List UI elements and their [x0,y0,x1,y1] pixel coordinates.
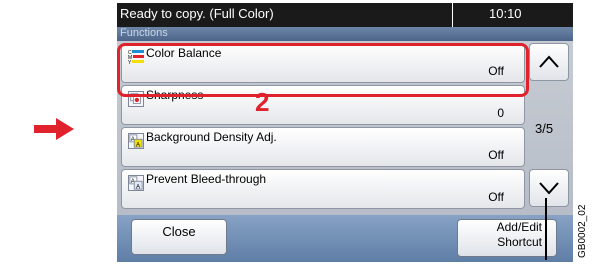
copy-functions-screen: Ready to copy. (Full Color) 10:10 Functi… [117,3,573,262]
function-row-prevent-bleed[interactable]: A A Prevent Bleed-through Off [121,169,525,209]
bottom-bar: Close Add/Edit Shortcut [117,215,573,262]
function-row-background-density[interactable]: A A Background Density Adj. Off [121,127,525,167]
shortcut-label: Shortcut [497,235,542,249]
background-density-icon: A A [128,133,144,149]
selection-highlight [117,43,529,97]
scroll-down-button[interactable] [529,169,569,207]
pointer-arrow-icon [34,118,74,140]
function-value: 0 [497,106,504,120]
page-indicator: 3/5 [535,121,554,136]
function-label: Background Density Adj. [146,130,277,144]
functions-header: Functions [117,27,573,41]
status-divider [452,3,453,27]
status-message: Ready to copy. (Full Color) [120,6,274,21]
functions-label: Functions [120,27,168,39]
chevron-up-icon [539,55,559,68]
leader-line [545,198,547,260]
function-label: Prevent Bleed-through [146,172,267,186]
add-edit-label: Add/Edit [496,220,542,234]
function-value: Off [488,148,504,162]
close-button[interactable]: Close [131,219,227,255]
scroll-controls: 3/5 [529,43,569,207]
add-edit-shortcut-button[interactable]: Add/Edit Shortcut [457,219,557,257]
scroll-up-button[interactable] [529,43,569,81]
document-code: GB0002_02 [577,204,588,258]
status-time: 10:10 [489,6,522,21]
step-callout: 2 [255,87,270,117]
prevent-bleed-icon: A A [128,175,144,191]
chevron-down-icon [539,182,559,195]
function-value: Off [488,190,504,204]
status-bar: Ready to copy. (Full Color) 10:10 [117,3,573,27]
